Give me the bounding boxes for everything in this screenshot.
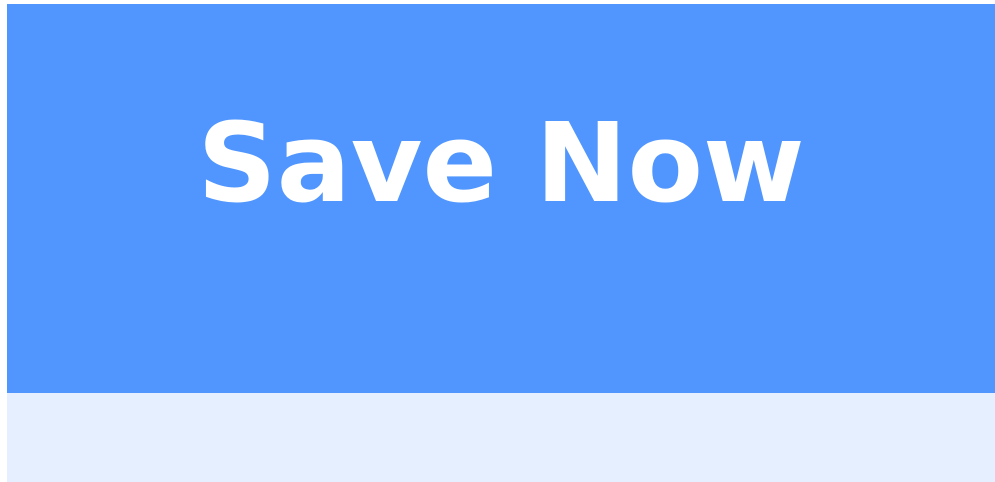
footer-band xyxy=(7,393,995,482)
save-now-label: Save Now xyxy=(197,99,805,227)
save-now-button[interactable]: Save Now xyxy=(7,4,995,393)
